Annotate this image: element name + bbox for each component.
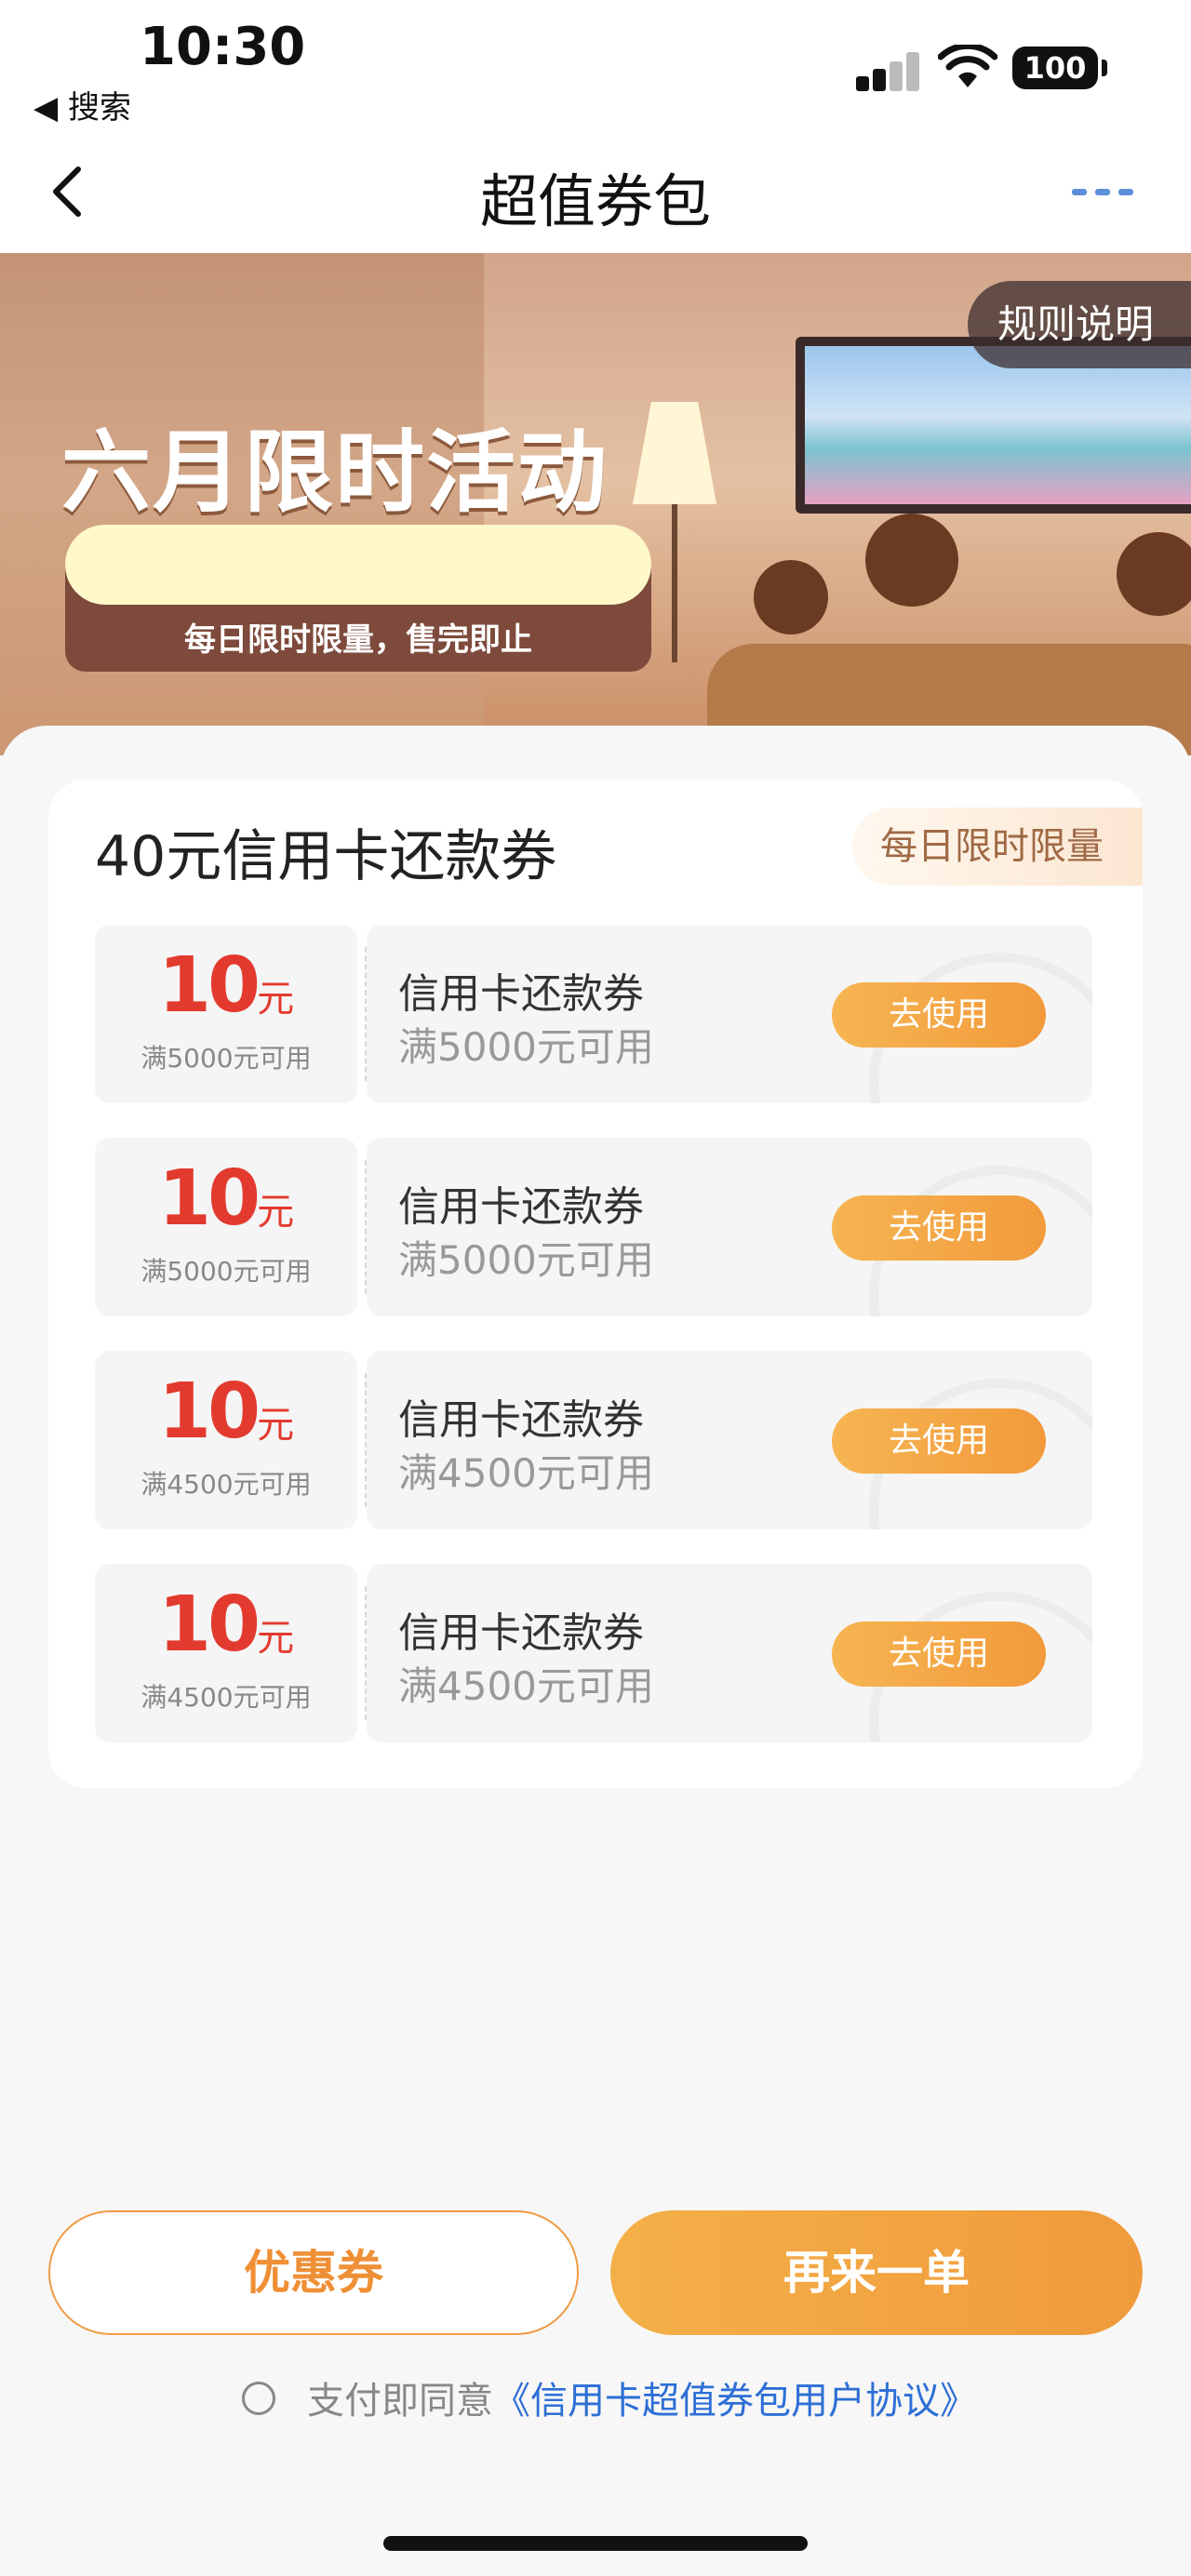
coupon-amount-panel: 10元 满4500元可用 xyxy=(95,1564,357,1742)
clock: 10:30 xyxy=(140,17,306,77)
coupon-detail-panel: 信用卡还款券 满5000元可用 去使用 xyxy=(367,925,1092,1103)
banner-lamp-pole xyxy=(672,504,677,662)
coupon-item: 10元 满5000元可用 信用卡还款券 满5000元可用 去使用 xyxy=(95,1138,1092,1316)
coupon-condition: 满5000元可用 xyxy=(398,1237,654,1283)
coupon-amount-panel: 10元 满5000元可用 xyxy=(95,925,357,1103)
banner-lamp-illustration xyxy=(633,402,716,504)
wifi-icon xyxy=(938,45,997,87)
use-coupon-button[interactable]: 去使用 xyxy=(832,1622,1046,1687)
use-coupon-button[interactable]: 去使用 xyxy=(832,1408,1046,1474)
navigation-bar: 超值券包 xyxy=(0,130,1191,253)
coupon-condition: 满4500元可用 xyxy=(398,1450,654,1496)
status-bar: 10:30 ◀ 搜索 100 xyxy=(0,0,1191,130)
agreement-text: 支付即同意《信用卡超值券包用户协议》 xyxy=(307,2370,977,2424)
coupon-condition: 满5000元可用 xyxy=(398,1024,654,1070)
order-again-button[interactable]: 再来一单 xyxy=(610,2210,1143,2335)
coupon-amount: 10元 xyxy=(157,1368,295,1456)
coupon-threshold: 满5000元可用 xyxy=(141,1256,312,1287)
use-coupon-button[interactable]: 去使用 xyxy=(832,982,1046,1048)
coupon-name: 信用卡还款券 xyxy=(398,1609,644,1657)
home-indicator xyxy=(383,2536,808,2551)
coupon-detail-panel: 信用卡还款券 满4500元可用 去使用 xyxy=(367,1351,1092,1529)
banner-child-illustration-2 xyxy=(1117,532,1191,616)
coupon-amount-panel: 10元 满5000元可用 xyxy=(95,1138,357,1316)
more-options-icon[interactable] xyxy=(1070,179,1135,207)
banner-child-illustration xyxy=(754,560,828,634)
coupon-name: 信用卡还款券 xyxy=(398,970,644,1018)
coupons-button[interactable]: 优惠券 xyxy=(48,2210,579,2335)
banner-subtitle: 每日限时限量，售完即止 xyxy=(184,621,532,659)
banner-pill: 每日限时限量，售完即止 xyxy=(65,525,651,674)
use-coupon-button[interactable]: 去使用 xyxy=(832,1195,1046,1261)
signal-icon xyxy=(856,52,921,91)
coupon-item: 10元 满4500元可用 信用卡还款券 满4500元可用 去使用 xyxy=(95,1564,1092,1742)
coupon-amount: 10元 xyxy=(157,941,295,1030)
agreement-checkbox[interactable] xyxy=(242,2382,275,2415)
coupon-item: 10元 满4500元可用 信用卡还款券 满4500元可用 去使用 xyxy=(95,1351,1092,1529)
page-title: 超值券包 xyxy=(479,167,711,235)
agreement-link[interactable]: 《信用卡超值券包用户协议》 xyxy=(493,2380,977,2423)
coupon-amount-panel: 10元 满4500元可用 xyxy=(95,1351,357,1529)
coupon-detail-panel: 信用卡还款券 满4500元可用 去使用 xyxy=(367,1564,1092,1742)
banner-title: 六月限时活动 xyxy=(61,420,609,525)
coupon-amount: 10元 xyxy=(157,1155,295,1243)
back-to-search-link[interactable]: ◀ 搜索 xyxy=(33,82,131,127)
section-title: 40元信用卡还款券 xyxy=(95,824,557,889)
rules-button[interactable]: 规则说明 xyxy=(968,281,1191,368)
coupon-condition: 满4500元可用 xyxy=(398,1663,654,1709)
coupon-name: 信用卡还款券 xyxy=(398,1396,644,1444)
banner-adult-illustration xyxy=(865,514,958,607)
coupon-detail-panel: 信用卡还款券 满5000元可用 去使用 xyxy=(367,1138,1092,1316)
banner-pill-highlight xyxy=(65,525,651,605)
agreement-prefix: 支付即同意 xyxy=(307,2380,493,2423)
battery-icon: 100 xyxy=(1012,47,1107,89)
coupon-threshold: 满4500元可用 xyxy=(141,1469,312,1500)
promo-banner: 六月限时活动 每日限时限量，售完即止 规则说明 xyxy=(0,253,1191,755)
limit-tag: 每日限时限量 xyxy=(852,808,1143,886)
coupon-threshold: 满5000元可用 xyxy=(141,1043,312,1074)
coupon-amount: 10元 xyxy=(157,1581,295,1669)
coupon-threshold: 满4500元可用 xyxy=(141,1682,312,1713)
coupon-name: 信用卡还款券 xyxy=(398,1183,644,1231)
coupon-item: 10元 满5000元可用 信用卡还款券 满5000元可用 去使用 xyxy=(95,925,1092,1103)
